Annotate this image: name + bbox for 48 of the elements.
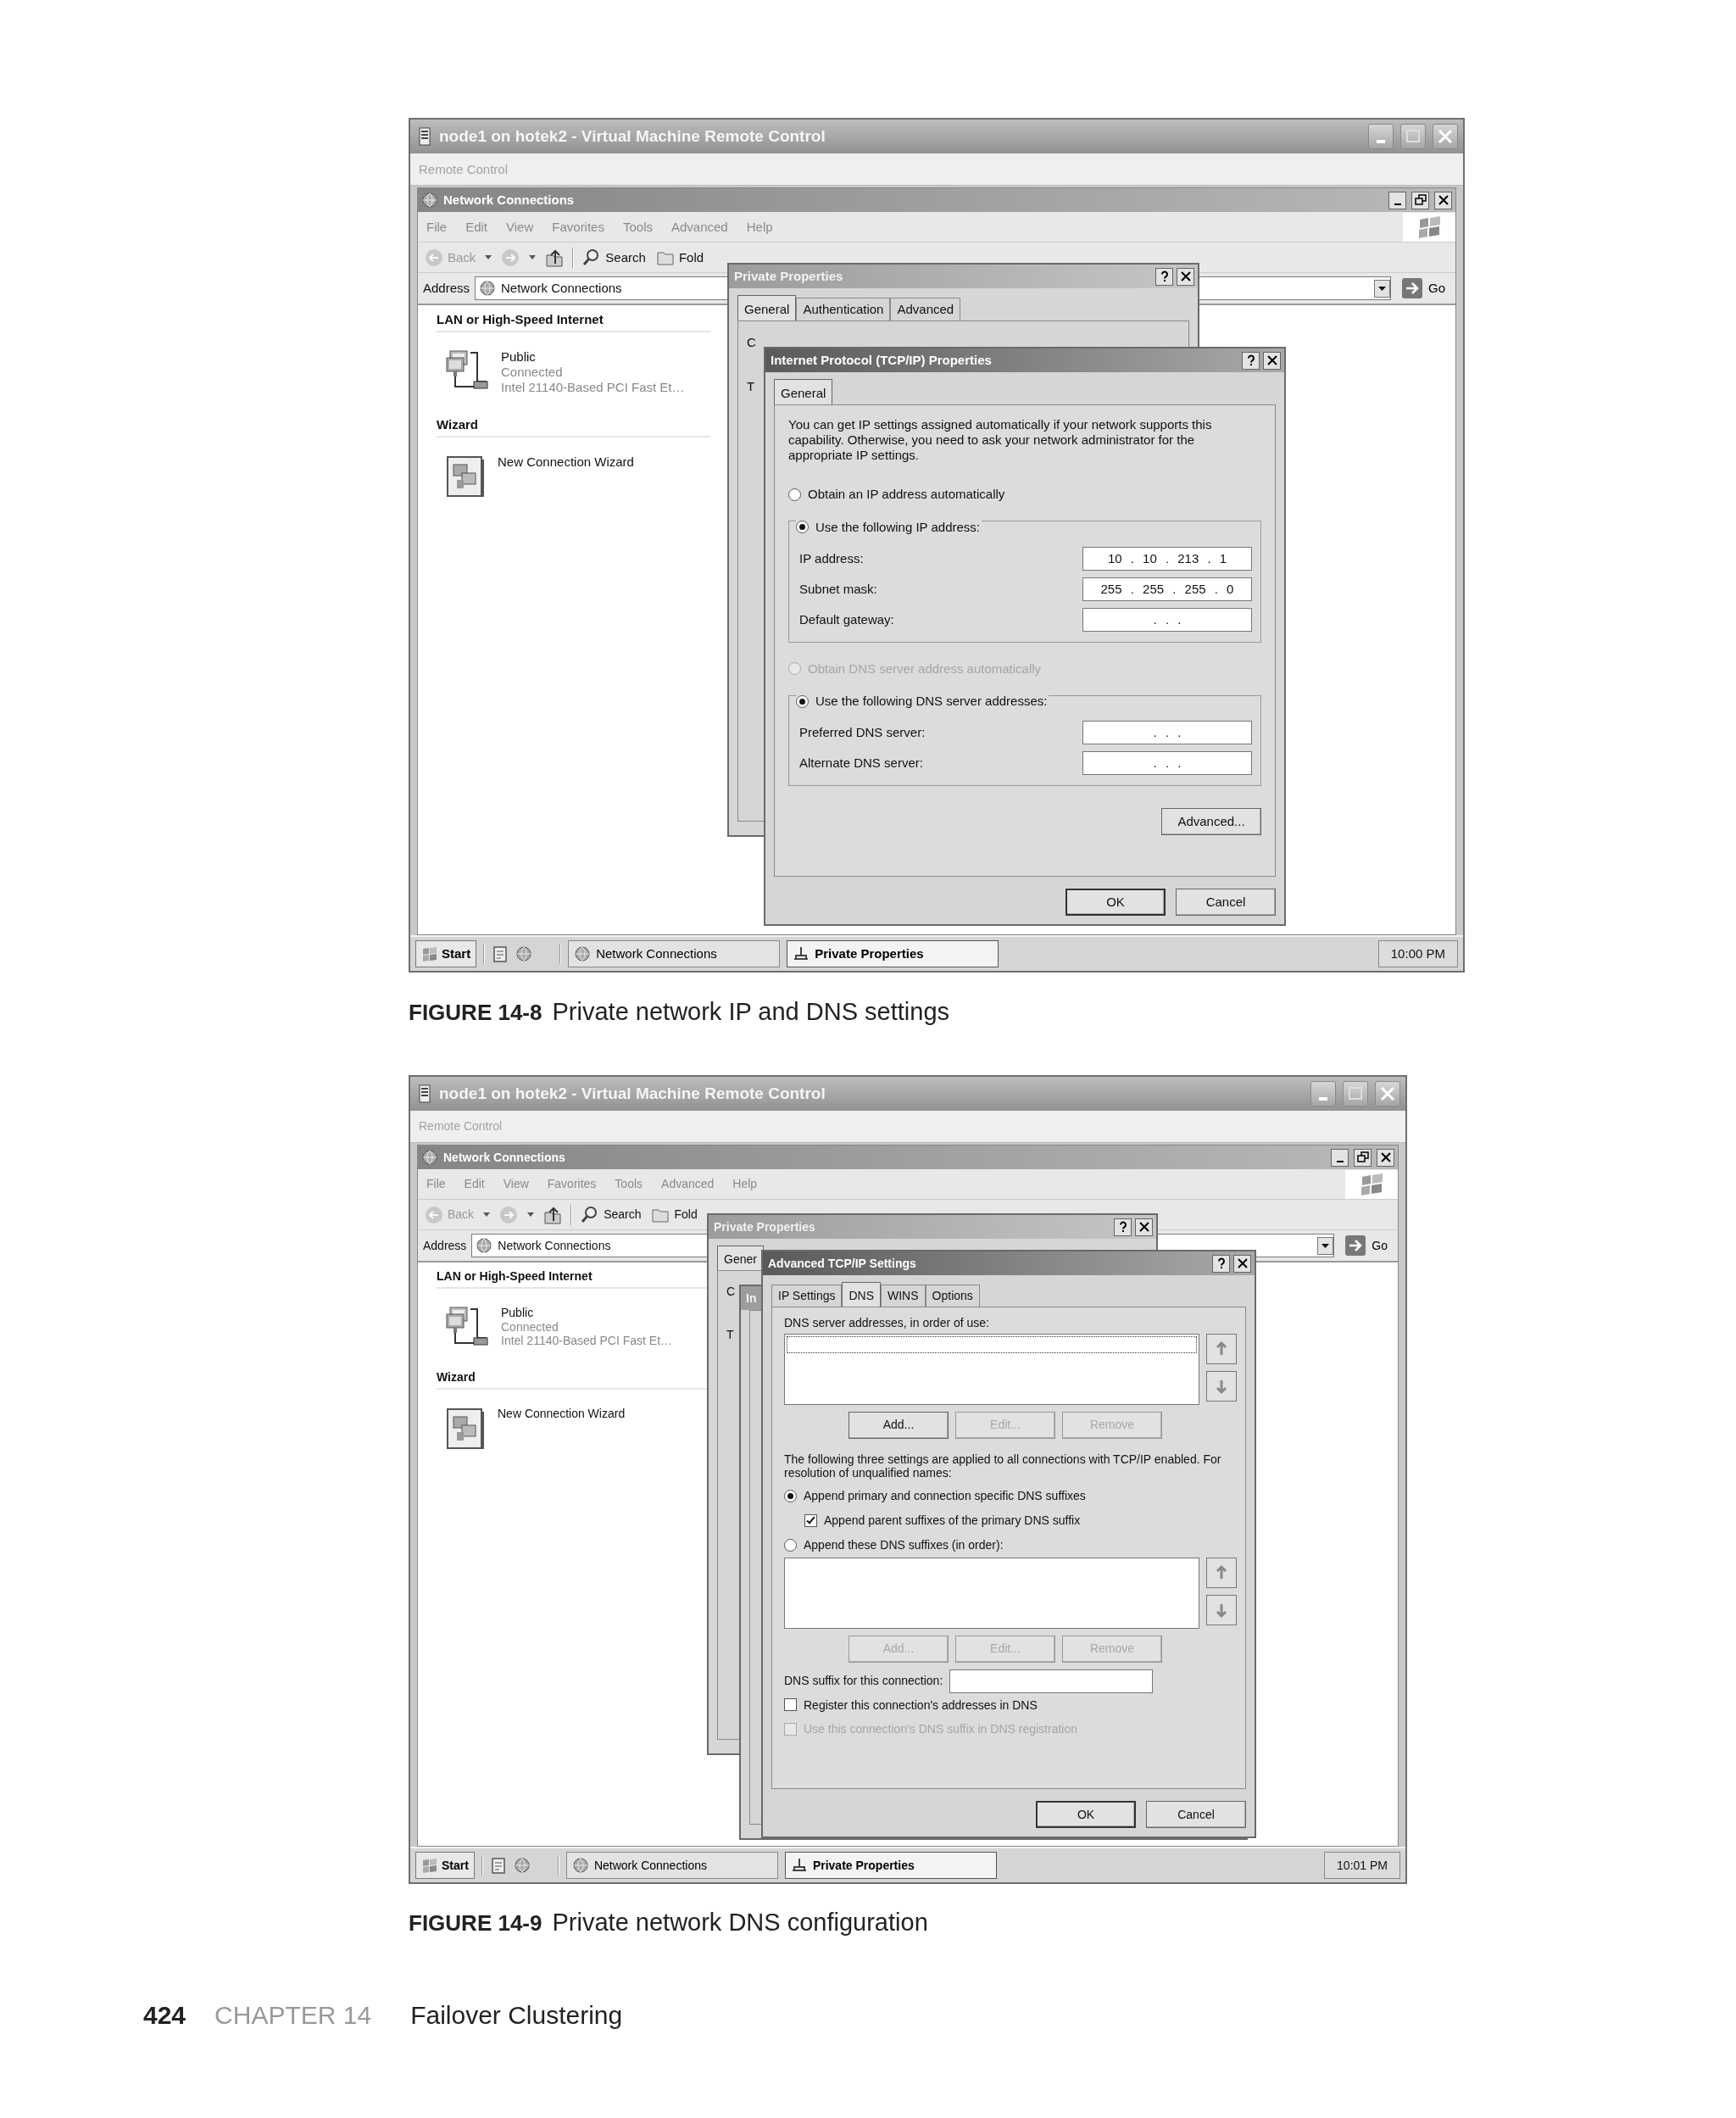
group-heading: Wizard — [437, 414, 710, 438]
note-text: The following three settings are applied to all connections with TCP/IP enabled. For resolution of unqualified names: — [784, 1452, 1222, 1481]
field-label: Default gateway: — [799, 611, 894, 627]
window-title: node1 on hotek2 - Virtual Machine Remote Control — [439, 1084, 826, 1104]
clock: 10:00 PM — [1377, 940, 1458, 967]
radio-label: Use the following DNS server addresses: — [815, 694, 1048, 709]
field-label: Preferred DNS server: — [799, 725, 926, 740]
address-label: Address — [423, 1238, 467, 1253]
field-label: Alternate DNS server: — [799, 755, 923, 771]
clock: 10:01 PM — [1324, 1852, 1400, 1879]
radio-label: Obtain an IP address automatically — [808, 487, 1005, 502]
label-text: T — [747, 379, 755, 394]
label-text: T — [726, 1327, 734, 1342]
checkbox-label: Register this connection's addresses in DNS — [804, 1697, 1038, 1713]
label-text: C — [747, 335, 756, 350]
field-label: DNS suffix for this connection: — [784, 1674, 943, 1688]
address-text: Network Connections — [501, 281, 622, 296]
dialog-title: Private Properties — [714, 1219, 815, 1235]
dialog-title: In — [746, 1290, 757, 1306]
connection-status: Connected — [501, 365, 564, 380]
address-label: Address — [423, 281, 470, 296]
connection-status: Connected — [501, 1319, 559, 1335]
page-number: 424 — [143, 2000, 186, 2031]
list-label: DNS server addresses, in order of use: — [784, 1315, 990, 1330]
window-title: Network Connections — [443, 192, 575, 208]
address-text: Network Connections — [498, 1238, 611, 1253]
checkbox-label: Append parent suffixes of the primary DNS suffix — [824, 1513, 1081, 1528]
figure-caption: Private network IP and DNS settings — [552, 997, 950, 1027]
radio-label: Append primary and connection specific DNS suffixes — [804, 1489, 1086, 1503]
window-title: node1 on hotek2 - Virtual Machine Remote Control — [439, 126, 826, 147]
device-name: Intel 21140-Based PCI Fast Et… — [501, 1334, 673, 1349]
field-label: Subnet mask: — [799, 581, 877, 597]
field-label: IP address: — [799, 550, 864, 566]
dialog-title: Private Properties — [734, 269, 843, 284]
label-text: C — [726, 1284, 736, 1299]
dialog-title: Internet Protocol (TCP/IP) Properties — [771, 353, 992, 368]
figure-number: FIGURE 14-9 — [409, 1909, 542, 1937]
group-heading: LAN or High-Speed Internet — [437, 309, 710, 332]
chapter-title: Failover Clustering — [410, 2000, 623, 2031]
figure-number: FIGURE 14-8 — [409, 999, 542, 1027]
intro-text: You can get IP settings assigned automatically if your network supports this capability. Otherwise, you need to ask your network administrator for the appropriate IP settings. — [788, 417, 1213, 463]
radio-label: Append these DNS suffixes (in order): — [804, 1537, 1004, 1552]
radio-label: Use the following IP address: — [815, 519, 980, 535]
figure-caption: Private network DNS configuration — [552, 1908, 928, 1937]
device-name: Intel 21140-Based PCI Fast Et… — [501, 380, 685, 395]
dialog-title: Advanced TCP/IP Settings — [768, 1256, 916, 1271]
window-title: Network Connections — [443, 1150, 565, 1165]
chapter-label: CHAPTER 14 — [214, 2000, 372, 2031]
